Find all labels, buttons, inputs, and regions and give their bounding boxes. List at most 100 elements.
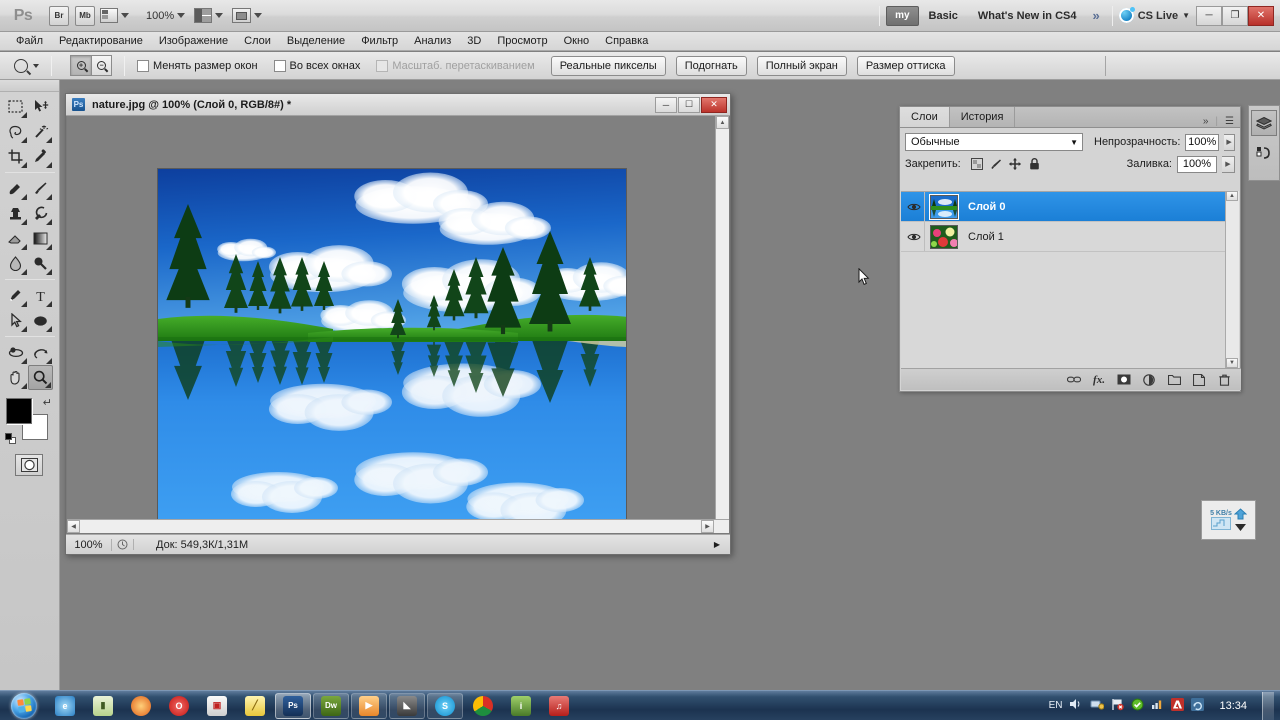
layer-thumbnail[interactable] [929,193,959,220]
delete-layer-icon[interactable] [1217,373,1231,387]
show-desktop-button[interactable] [1262,691,1274,720]
sync-icon[interactable] [1191,697,1205,714]
fill-screen-button[interactable]: Полный экран [756,55,847,76]
link-layers-icon[interactable] [1067,373,1081,387]
fill-input[interactable]: 100% [1177,155,1217,173]
zoom-tool[interactable] [28,365,53,390]
menu-image[interactable]: Изображение [151,32,236,51]
menu-layers[interactable]: Слои [236,32,279,51]
menu-help[interactable]: Справка [597,32,656,51]
lasso-tool[interactable] [3,119,28,144]
status-menu-arrow[interactable]: ▶ [714,540,730,549]
scroll-down-button[interactable]: ▼ [1226,358,1238,368]
adobe-updater-icon[interactable] [1171,697,1185,714]
type-tool[interactable]: T [28,283,53,308]
document-minimize-button[interactable]: ─ [655,96,677,113]
stats-icon[interactable] [1151,698,1164,713]
move-tool[interactable] [28,94,53,119]
ellipse-tool[interactable] [28,308,53,333]
path-selection-tool[interactable] [3,308,28,333]
zoom-level-menu[interactable]: 100% [138,10,190,22]
blur-tool[interactable] [3,251,28,276]
scroll-right-button[interactable]: ▶ [701,520,714,533]
taskbar-clock[interactable]: 13:34 [1211,700,1255,712]
workspace-basic[interactable]: Basic [919,5,968,27]
network-speed-widget[interactable]: 5 KB/s [1201,500,1256,540]
eraser-tool[interactable] [3,226,28,251]
taskbar-opera-browser[interactable]: O [161,693,197,719]
taskbar-chrome-browser[interactable] [465,693,501,719]
default-colors-icon[interactable] [5,433,16,444]
layer-mask-icon[interactable] [1117,373,1131,387]
history-brush-tool[interactable] [28,201,53,226]
clone-stamp-tool[interactable] [3,201,28,226]
screen-mode-menu[interactable] [232,8,267,23]
opacity-input[interactable]: 100% [1185,133,1220,151]
new-group-icon[interactable] [1167,373,1181,387]
tab-layers[interactable]: Слои [900,107,950,127]
menu-3d[interactable]: 3D [459,32,489,51]
current-tool-preset[interactable] [14,58,39,73]
collapse-panel-icon[interactable]: » [1203,116,1209,127]
quick-mask-mode-button[interactable] [15,454,43,476]
scroll-up-button[interactable]: ▲ [716,116,729,129]
more-workspaces-button[interactable]: » [1086,8,1105,23]
tools-panel-grip[interactable] [0,80,59,92]
fill-stepper[interactable]: ▶ [1222,155,1235,173]
layer-list-scrollbar[interactable]: ▲ ▼ [1225,191,1239,368]
layer-style-icon[interactable]: fx. [1092,373,1106,387]
scroll-up-button[interactable]: ▲ [1226,191,1238,201]
hand-tool[interactable] [3,365,28,390]
taskbar-utility-app[interactable]: ◣ [389,692,425,719]
lock-all-icon[interactable] [1028,158,1041,171]
layer-thumbnail[interactable] [930,224,958,249]
workspace-whats-new[interactable]: What's New in CS4 [968,5,1087,27]
menu-view[interactable]: Просмотр [489,32,555,51]
gradient-tool[interactable] [28,226,53,251]
tray-language-indicator[interactable]: EN [1049,700,1063,711]
scroll-left-button[interactable]: ◀ [67,520,80,533]
taskbar-photoshop-app[interactable]: Ps [275,692,311,719]
taskbar-skype-app[interactable]: S [427,692,463,719]
lock-transparent-pixels-icon[interactable] [971,158,984,171]
magic-wand-tool[interactable] [28,119,53,144]
taskbar-firefox-browser[interactable] [123,693,159,719]
window-minimize-button[interactable]: ─ [1196,5,1222,26]
opacity-stepper[interactable]: ▶ [1224,133,1235,151]
brush-tool[interactable] [28,176,53,201]
taskbar-media-player[interactable]: ▶ [351,692,387,719]
mini-bridge-button[interactable]: Mb [75,5,95,26]
all-windows-checkbox[interactable]: Во всех окнах [273,59,360,72]
blend-mode-select[interactable]: Обычные ▼ [905,133,1083,151]
lock-image-pixels-icon[interactable] [990,158,1003,171]
volume-icon[interactable] [1069,698,1083,713]
menu-filter[interactable]: Фильтр [353,32,406,51]
resize-windows-checkbox[interactable]: Менять размер окон [137,59,258,72]
window-restore-button[interactable]: ❐ [1222,5,1248,26]
3d-orbit-tool[interactable] [28,340,53,365]
dodge-tool[interactable] [28,251,53,276]
document-title-bar[interactable]: Ps nature.jpg @ 100% (Слой 0, RGB/8#) * … [66,94,730,116]
bridge-button[interactable]: Br [49,5,69,26]
taskbar-internet-explorer[interactable]: e [47,693,83,719]
lock-position-icon[interactable] [1009,158,1022,171]
spot-healing-brush-tool[interactable] [3,176,28,201]
document-maximize-button[interactable]: ☐ [678,96,700,113]
print-size-button[interactable]: Размер оттиска [856,55,955,76]
zoom-out-button[interactable]: − [91,55,112,76]
window-close-button[interactable]: ✕ [1248,5,1274,26]
menu-select[interactable]: Выделение [279,32,353,51]
menu-window[interactable]: Окно [556,32,598,51]
cs-live-menu[interactable]: CS Live ▼ [1118,7,1190,23]
menu-analysis[interactable]: Анализ [406,32,459,51]
crop-tool[interactable] [3,144,28,169]
taskbar-dreamweaver-app[interactable]: Dw [313,692,349,719]
zoom-in-button[interactable]: + [70,55,91,76]
canvas-horizontal-scrollbar[interactable]: ◀ ▶ [67,519,729,533]
layers-dock-icon[interactable] [1251,110,1277,136]
flag-warning-icon[interactable] [1111,698,1125,714]
swap-colors-icon[interactable]: ↵ [43,396,52,409]
start-button[interactable] [2,692,46,720]
view-extras-menu[interactable] [100,8,134,23]
taskbar-info-app[interactable]: i [503,693,539,719]
